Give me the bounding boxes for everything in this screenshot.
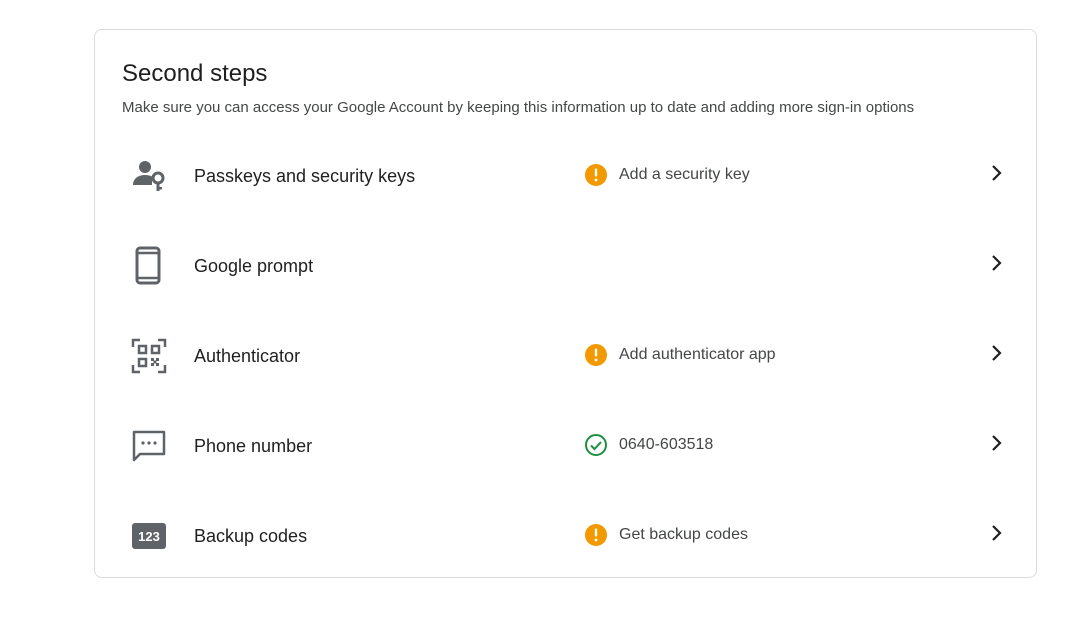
row-status: Add a security key — [584, 163, 750, 187]
section-title: Second steps — [122, 60, 268, 87]
status-text: 0640-603518 — [619, 436, 714, 453]
chevron-right-icon — [984, 521, 1008, 545]
row-passkeys[interactable]: Passkeys and security keys Add a securit… — [95, 131, 1036, 221]
row-status: Get backup codes — [584, 523, 748, 547]
row-label: Phone number — [194, 436, 313, 456]
chevron-right-icon — [984, 431, 1008, 455]
row-label: Passkeys and security keys — [194, 166, 416, 186]
qr-code-scanner-icon — [131, 336, 167, 376]
row-status: Add authenticator app — [584, 343, 776, 367]
second-steps-card: Second steps Make sure you can access yo… — [94, 29, 1037, 578]
backup-codes-123-icon: 123 — [131, 516, 167, 556]
status-text: Add authenticator app — [619, 346, 776, 363]
chevron-right-icon — [984, 161, 1008, 185]
check-circle-icon — [584, 433, 608, 457]
row-label: Google prompt — [194, 256, 314, 276]
warning-icon — [584, 343, 608, 367]
section-subtitle: Make sure you can access your Google Acc… — [122, 99, 915, 116]
status-text: Add a security key — [619, 166, 750, 183]
row-authenticator[interactable]: Authenticator Add authenticator app — [95, 311, 1036, 401]
svg-text:123: 123 — [138, 529, 160, 544]
row-status: 0640-603518 — [584, 433, 713, 457]
row-label: Backup codes — [194, 526, 308, 546]
row-label: Authenticator — [194, 346, 301, 366]
row-google-prompt[interactable]: Google prompt — [95, 221, 1036, 311]
row-backup-codes[interactable]: 123 Backup codes Get backup codes — [95, 491, 1036, 581]
status-text: Get backup codes — [619, 526, 748, 543]
smartphone-icon — [131, 246, 167, 286]
row-phone-number[interactable]: Phone number 0640-603518 — [95, 401, 1036, 491]
chevron-right-icon — [984, 251, 1008, 275]
warning-icon — [584, 163, 608, 187]
chevron-right-icon — [984, 341, 1008, 365]
warning-icon — [584, 523, 608, 547]
sms-message-icon — [131, 426, 167, 466]
person-key-icon — [131, 156, 167, 196]
